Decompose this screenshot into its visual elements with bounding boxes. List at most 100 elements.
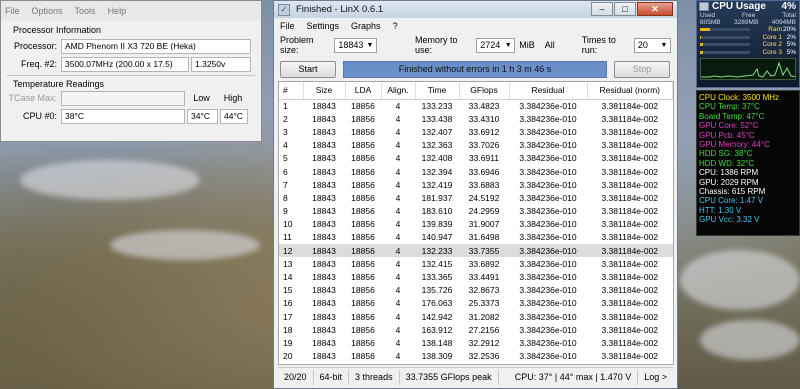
usage-meter-label: Core 2 [762,41,782,49]
table-cell: 3.384236e-010 [519,100,577,111]
table-cell: 18843 [312,311,336,322]
table-cell: 135.726 [421,285,453,296]
table-row[interactable]: 17 18843 18856 4 142.942 31.2082 3.384236e-010… [279,310,673,323]
problem-size-select[interactable]: 18843 ▼ [334,37,377,53]
close-button[interactable]: ✕ [637,2,673,16]
table-cell: 18843 [312,206,336,217]
table-cell: 3.381184e-002 [601,100,659,111]
column-header-lda[interactable]: LDA [345,82,382,100]
column-header-size[interactable]: Size [303,82,346,100]
table-cell: 3.381184e-002 [601,179,659,190]
chevron-down-icon: ▼ [504,41,512,49]
table-row[interactable]: 14 18843 18856 4 133.365 33.4491 3.384236e-010… [279,270,673,283]
column-header-index[interactable]: # [279,82,304,100]
table-row[interactable]: 19 18843 18856 4 138.148 32.2912 3.384236e-010… [279,336,673,349]
table-row[interactable]: 12 18843 18856 4 132.233 33.7355 3.384236e-010… [279,244,673,258]
table-cell: 12 [279,244,303,258]
table-row[interactable]: 18 18843 18856 4 163.912 27.2156 3.384236e-010… [279,323,673,336]
table-cell: 18856 [351,192,375,203]
column-header-gflops[interactable]: GFlops [459,82,510,100]
table-row[interactable]: 7 18843 18856 4 132.419 33.6883 3.384236e-010 3… [279,178,673,191]
table-row[interactable]: 2 18843 18856 4 133.438 33.4310 3.384236e-010 3… [279,112,673,125]
table-row[interactable]: 6 18843 18856 4 132.394 33.6946 3.384236e-010 3… [279,165,673,178]
memory-select[interactable]: 2724 ▼ [476,37,516,53]
table-cell: 14 [283,272,293,283]
tcase-field [61,90,185,106]
sensor-reading: Board Temp: 47°C [699,111,765,121]
table-cell: 132.363 [421,140,453,151]
table-row[interactable]: 5 18843 18856 4 132.408 33.6911 3.384236e-010 3… [279,152,673,165]
table-cell: 4 [395,285,401,296]
linx-titlebar[interactable]: ✓ Finished - LinX 0.6.1 – □ ✕ [274,1,677,18]
maximize-button[interactable]: □ [614,2,636,16]
table-cell: 18843 [312,272,336,283]
results-table-container[interactable]: # Size LDA Align. Time GFlops Residual R… [278,81,674,365]
menu-graphs[interactable]: Graphs [351,21,381,31]
mem-total-label: Total [782,12,796,19]
cpu-history-line [701,61,795,78]
table-cell: 3.381184e-002 [601,153,659,164]
sensor-reading: GPU: 2029 RPM [699,177,759,187]
table-row[interactable]: 13 18843 18856 4 132.415 33.6892 3.384236e-010… [279,257,673,270]
table-row[interactable]: 16 18843 18856 4 176.063 25.3373 3.384236e-010… [279,297,673,310]
table-cell: 163.912 [421,324,453,335]
table-cell: 24.2959 [468,206,500,217]
minimize-button[interactable]: – [591,2,613,16]
table-cell: 4 [395,166,401,177]
problem-size-value: 18843 [338,40,364,50]
sensor-reading: HTT: 1.30 V [699,205,742,215]
linx-window: ✓ Finished - LinX 0.6.1 – □ ✕ File Setti… [273,0,678,389]
menu-file[interactable]: File [5,6,20,16]
table-cell: 18856 [351,324,375,335]
table-cell: 3.381184e-002 [601,337,659,348]
start-button[interactable]: Start [280,60,336,78]
table-cell: 18843 [312,324,336,335]
table-row[interactable]: 9 18843 18856 4 183.610 24.2959 3.384236e-010 3… [279,205,673,218]
memory-unit: MiB [519,40,535,50]
table-row[interactable]: 8 18843 18856 4 181.937 24.5192 3.384236e-010 3… [279,191,673,204]
sensor-reading: Chassis: 615 RPM [699,187,766,197]
menu-tools[interactable]: Tools [75,6,96,16]
table-cell: 18843 [312,298,336,309]
processor-section-title: Processor Information [13,25,102,35]
table-cell: 3.381184e-002 [601,166,659,177]
table-cell: 33.6912 [468,126,500,137]
menu-options[interactable]: Options [32,6,63,16]
table-cell: 3.381184e-002 [601,285,659,296]
log-toggle-button[interactable]: Log > [638,370,673,385]
column-header-residual-norm[interactable]: Residual (norm) [587,82,673,100]
table-cell: 18843 [312,179,336,190]
table-row[interactable]: 11 18843 18856 4 140.947 31.6498 3.384236e-010… [279,231,673,244]
table-cell: 3.384236e-010 [509,244,587,258]
table-cell: 18843 [312,219,336,230]
column-header-residual[interactable]: Residual [509,82,588,100]
table-row[interactable]: 15 18843 18856 4 135.726 32.8673 3.384236e-010… [279,284,673,297]
stop-button[interactable]: Stop [614,60,670,78]
times-to-run-select[interactable]: 20 ▼ [633,37,671,53]
table-row[interactable]: 4 18843 18856 4 132.363 33.7026 3.384236e-010 3… [279,139,673,152]
table-cell: 18843 [312,192,336,203]
table-row[interactable]: 3 18843 18856 4 132.407 33.6912 3.384236e-010 3… [279,125,673,138]
table-row[interactable]: 20 18843 18856 4 138.309 32.2536 3.384236e-010… [279,350,673,363]
column-header-time[interactable]: Time [415,82,460,100]
table-cell: 132.394 [421,166,453,177]
table-cell: 18856 [351,337,375,348]
table-cell: 18856 [351,153,375,164]
menu-file[interactable]: File [280,21,295,31]
times-to-run-value: 20 [637,40,648,50]
table-cell: 18843 [312,140,336,151]
all-button[interactable]: All [545,40,555,50]
table-cell: 4 [395,324,401,335]
table-row[interactable]: 1 18843 18856 4 133.233 33.4823 3.384236e-010 3… [279,99,673,112]
table-cell: 18856 [351,298,375,309]
table-row[interactable]: 10 18843 18856 4 139.839 31.9007 3.384236e-010… [279,218,673,231]
table-cell: 3.384236e-010 [519,179,577,190]
table-cell: 18843 [312,113,336,124]
table-cell: 183.610 [421,206,453,217]
processor-label: Processor: [13,41,57,51]
menu-settings[interactable]: Settings [307,21,340,31]
table-cell: 3.381184e-002 [601,140,659,151]
menu-help[interactable]: Help [108,6,127,16]
menu-help[interactable]: ? [393,21,398,31]
column-header-align[interactable]: Align. [381,82,416,100]
